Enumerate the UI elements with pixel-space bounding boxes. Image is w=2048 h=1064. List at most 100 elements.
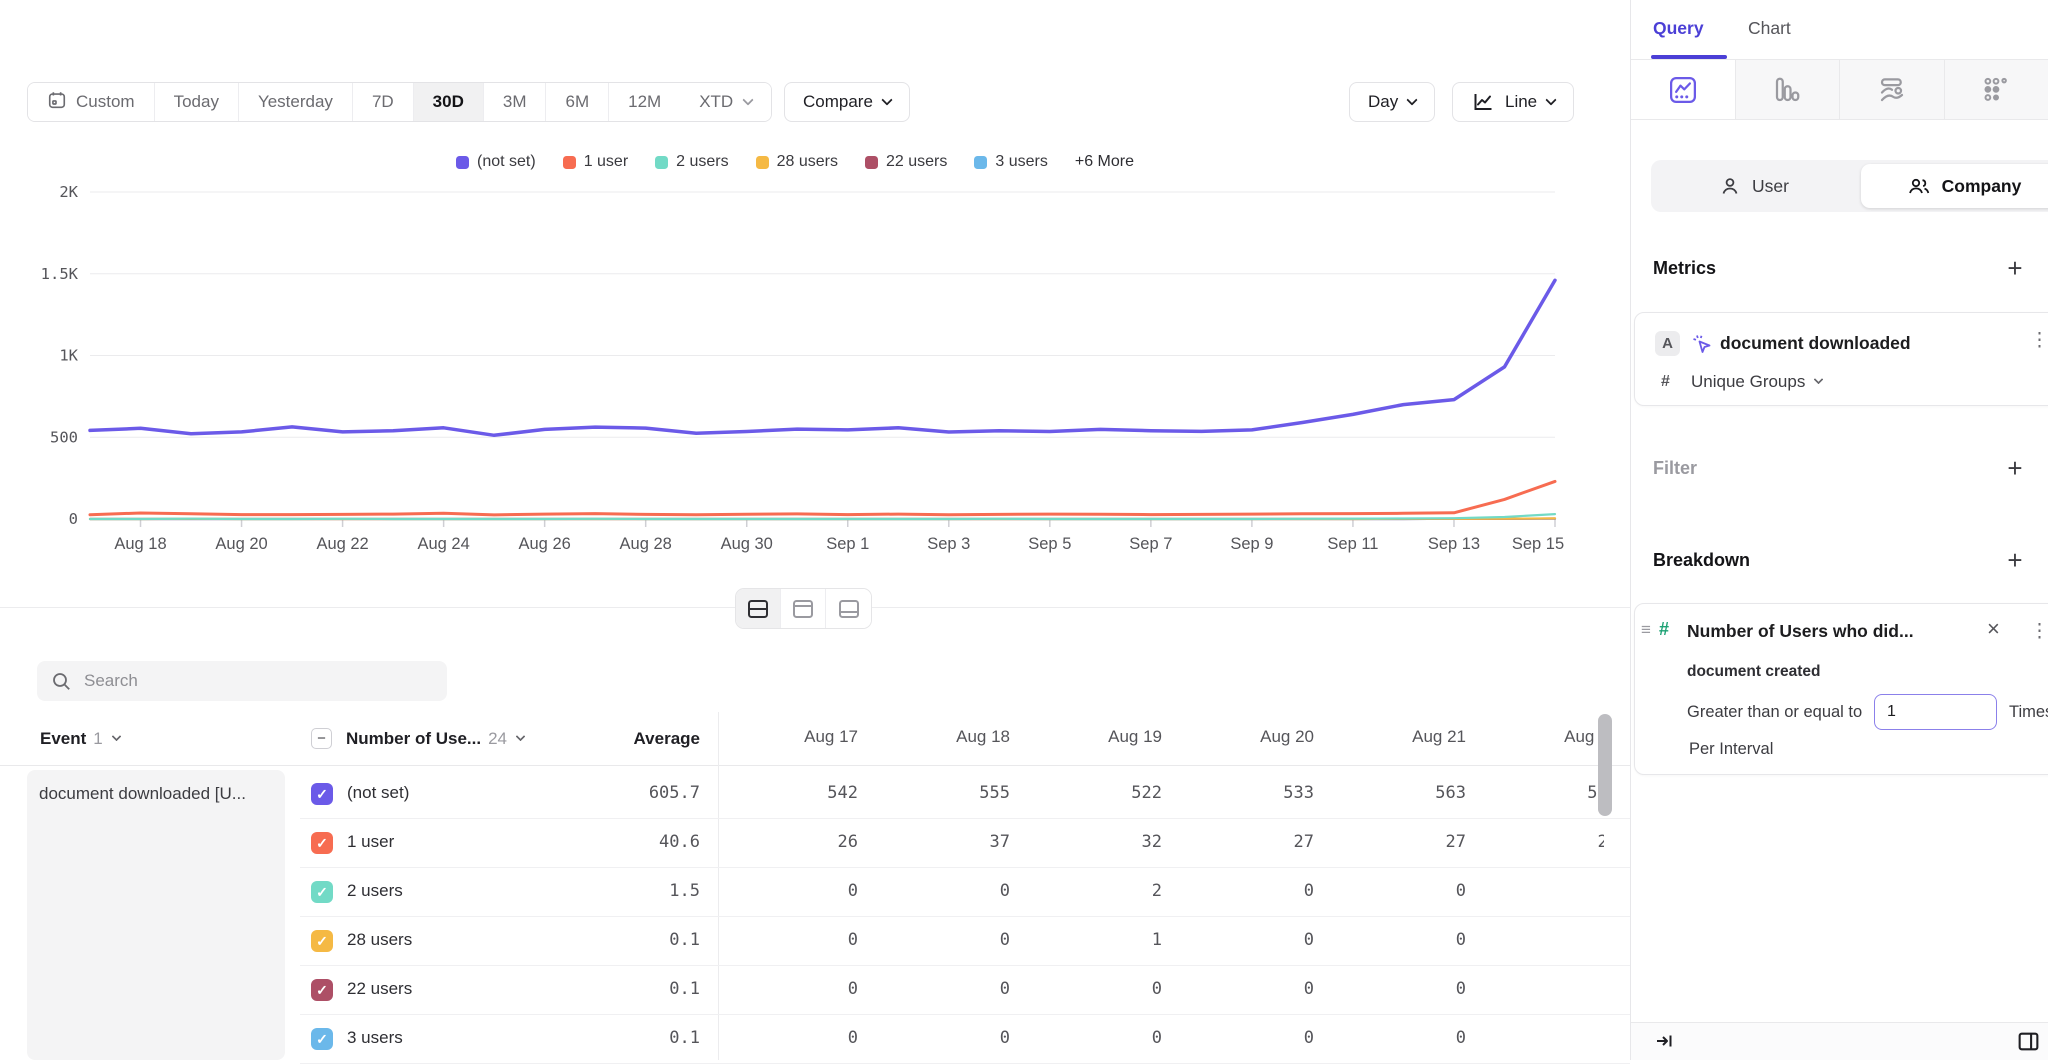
value-cell: 0: [718, 1015, 870, 1064]
chart-type-matrix-tab[interactable]: [1945, 60, 2048, 119]
breakdown-condition[interactable]: Greater than or equal to: [1687, 703, 1862, 722]
layout-split-button[interactable]: [736, 589, 781, 628]
metric-badge: A: [1655, 331, 1680, 356]
chevron-down-icon: [516, 731, 526, 741]
breakdown-per-interval[interactable]: Per Interval: [1689, 740, 1773, 759]
user-toggle-option[interactable]: User: [1651, 160, 1857, 212]
range-button-7d[interactable]: 7D: [353, 83, 414, 121]
row-checkbox[interactable]: ✓: [311, 832, 333, 854]
svg-text:Aug 24: Aug 24: [417, 535, 469, 553]
chart-type-tabs: [1631, 60, 2048, 120]
collapse-panel-button[interactable]: [1653, 1029, 1677, 1056]
row-checkbox[interactable]: ✓: [311, 783, 333, 805]
panel-layout-button[interactable]: [2016, 1029, 2041, 1057]
row-label[interactable]: 3 users: [347, 1028, 403, 1048]
range-button-12m[interactable]: 12M: [609, 83, 680, 121]
value-cell: 0: [1174, 868, 1326, 917]
range-button-yesterday[interactable]: Yesterday: [239, 83, 353, 121]
row-checkbox[interactable]: ✓: [311, 930, 333, 952]
xtd-range-button[interactable]: XTD: [680, 83, 771, 121]
main-panel: Custom TodayYesterday7D30D3M6M12M XTD Co…: [0, 0, 1630, 1060]
line-chart-icon: [1471, 90, 1495, 114]
svg-text:Sep 15: Sep 15: [1512, 535, 1564, 553]
range-button-6m[interactable]: 6M: [546, 83, 609, 121]
table-body: ✓(not set)605.7542555522533563533✓1 user…: [300, 770, 1630, 1064]
add-metric-button[interactable]: +: [2000, 253, 2030, 283]
range-button-30d[interactable]: 30D: [414, 83, 484, 121]
row-checkbox[interactable]: ✓: [311, 1028, 333, 1050]
value-cell: 32: [1022, 819, 1174, 868]
custom-range-button[interactable]: Custom: [28, 83, 155, 121]
value-cell: 563: [1326, 770, 1478, 819]
breakdown-value-input[interactable]: [1874, 694, 1997, 730]
layout-table-button[interactable]: [826, 589, 871, 628]
add-breakdown-button[interactable]: +: [2000, 545, 2030, 575]
metric-menu-button[interactable]: ⋮: [2030, 329, 2048, 352]
legend-item[interactable]: 28 users: [756, 153, 838, 171]
breakdown-card[interactable]: ≡ # Number of Users who did... × ⋮ docum…: [1634, 603, 2048, 775]
chart-type-line-tab[interactable]: [1631, 60, 1736, 119]
row-label[interactable]: 1 user: [347, 832, 394, 852]
legend-item[interactable]: 2 users: [655, 153, 728, 171]
table-row: ✓(not set)605.7542555522533563533: [300, 770, 1630, 819]
breakdown-unit: Times: [2009, 703, 2048, 722]
legend-swatch: [456, 156, 469, 169]
breakdown-event-name[interactable]: document created: [1687, 663, 1821, 681]
svg-text:Sep 13: Sep 13: [1428, 535, 1480, 553]
interval-dropdown[interactable]: Day: [1349, 82, 1435, 122]
table-scrollbar[interactable]: [1598, 714, 1612, 816]
svg-text:2K: 2K: [59, 183, 78, 201]
row-label[interactable]: 2 users: [347, 881, 403, 901]
legend-item[interactable]: (not set): [456, 153, 536, 171]
date-column-header: Aug 20: [1174, 712, 1326, 765]
event-column-header[interactable]: Event 1: [40, 712, 120, 765]
row-checkbox[interactable]: ✓: [311, 881, 333, 903]
remove-breakdown-button[interactable]: ×: [1987, 616, 2000, 642]
range-button-3m[interactable]: 3M: [484, 83, 547, 121]
row-checkbox[interactable]: ✓: [311, 979, 333, 1001]
value-cell: 0: [1326, 917, 1478, 966]
chart-type-bar-tab[interactable]: [1736, 60, 1841, 119]
select-all-checkbox[interactable]: −: [311, 728, 332, 749]
breakdown-menu-button[interactable]: ⋮: [2030, 620, 2048, 643]
breakdown-title[interactable]: Number of Users who did...: [1687, 621, 1914, 642]
legend-item[interactable]: 3 users: [974, 153, 1047, 171]
svg-text:1.5K: 1.5K: [41, 265, 79, 283]
row-label[interactable]: (not set): [347, 783, 409, 803]
value-cell: 0: [1174, 966, 1326, 1015]
average-column-header: Average: [560, 712, 700, 765]
add-filter-button[interactable]: +: [2000, 453, 2030, 483]
metric-event-name[interactable]: document downloaded: [1720, 333, 1911, 354]
legend-item[interactable]: 22 users: [865, 153, 947, 171]
event-name-cell[interactable]: document downloaded [U...: [27, 770, 285, 1060]
tab-chart[interactable]: Chart: [1748, 18, 1791, 39]
value-cell: 0: [870, 917, 1022, 966]
company-toggle-option[interactable]: Company: [1861, 164, 2048, 208]
value-cell: 0: [1174, 1015, 1326, 1064]
date-column-header: Aug 19: [1022, 712, 1174, 765]
value-cell: 0: [1022, 1015, 1174, 1064]
measure-dropdown[interactable]: Unique Groups: [1691, 372, 1822, 392]
breakdown-column-header[interactable]: Number of Use... 24: [346, 712, 524, 765]
line-chart[interactable]: 05001K1.5K2KAug 18Aug 20Aug 22Aug 24Aug …: [0, 172, 1630, 582]
metric-card[interactable]: A document downloaded ⋮ # Unique Groups: [1634, 312, 2048, 406]
range-button-today[interactable]: Today: [155, 83, 239, 121]
row-average: 0.1: [560, 979, 700, 999]
search-input[interactable]: [84, 671, 433, 691]
value-cell: 0: [1478, 1015, 1604, 1064]
value-cell: 1: [1022, 917, 1174, 966]
date-column-header: Aug 22: [1478, 712, 1604, 765]
layout-chart-button[interactable]: [781, 589, 826, 628]
drag-handle-icon[interactable]: ≡: [1641, 620, 1651, 640]
row-average: 0.1: [560, 930, 700, 950]
legend-item[interactable]: 1 user: [563, 153, 628, 171]
chart-type-dropdown[interactable]: Line: [1452, 82, 1574, 122]
row-label[interactable]: 28 users: [347, 930, 412, 950]
tab-query[interactable]: Query: [1653, 18, 1704, 39]
table-row: ✓3 users0.1000000: [300, 1015, 1630, 1064]
compare-button[interactable]: Compare: [784, 82, 910, 122]
chart-type-flow-tab[interactable]: [1840, 60, 1945, 119]
date-column-header: Aug 17: [718, 712, 870, 765]
row-label[interactable]: 22 users: [347, 979, 412, 999]
legend-more[interactable]: +6 More: [1075, 153, 1134, 171]
